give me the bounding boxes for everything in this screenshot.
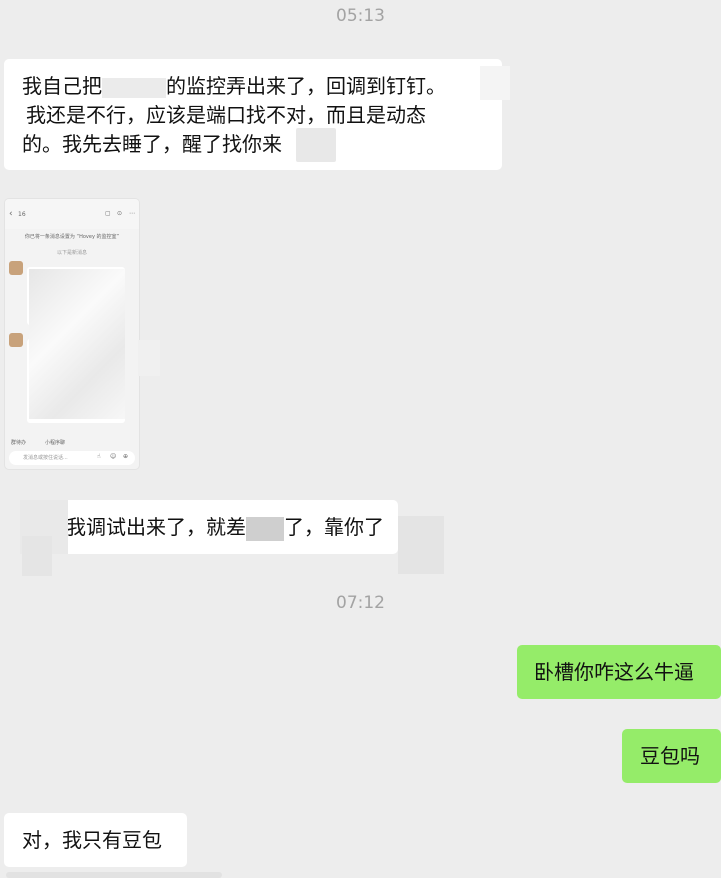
message-bubble-incoming[interactable]: 我自己把 的监控弄出来了，回调到钉钉。 我还是不行，应该是端口找不对，而且是动态 … xyxy=(4,59,502,170)
redaction-blur xyxy=(29,269,125,419)
message-bubble-outgoing[interactable]: 豆包吗 xyxy=(622,729,721,783)
bag-icon: ▢ xyxy=(105,210,111,217)
screenshot-header: ‹ 16 ▢ ⊙ ⋯ xyxy=(5,199,139,229)
avatar xyxy=(9,261,23,275)
redaction-blur xyxy=(398,516,444,574)
screenshot-note: 你已将一条消息设置为 “Hovey 的监控室” xyxy=(24,234,120,240)
screenshot-input-bar: 发消息或按住说话... ☝ ☺ ⊕ xyxy=(9,451,135,465)
screenshot-section-label: 以下是新消息 xyxy=(56,250,87,256)
link-icon: ⊙ xyxy=(117,210,123,217)
redaction-blur xyxy=(102,77,166,98)
message-bubble-incoming[interactable]: 我调试出来了，就差 了，靠你了 xyxy=(20,500,398,554)
redaction-blur xyxy=(296,128,336,162)
timestamp-0712: 07:12 xyxy=(336,593,385,613)
more-icon: ⋯ xyxy=(129,210,135,217)
screenshot-back-count: 16 xyxy=(18,211,26,218)
image-message-screenshot[interactable]: ‹ 16 ▢ ⊙ ⋯ 你已将一条消息设置为 “Hovey 的监控室” 以下是新消… xyxy=(4,198,140,470)
back-chevron-icon: ‹ xyxy=(9,209,13,219)
plus-icon: ⊕ xyxy=(123,453,129,460)
message-line: 的。我先去睡了，醒了找你来 xyxy=(22,132,282,156)
message-bubble-outgoing[interactable]: 卧槽你咋这么牛逼 xyxy=(517,645,721,699)
thumb-icon: ☝ xyxy=(97,453,101,460)
redaction-blur xyxy=(138,340,160,376)
redaction-blur xyxy=(246,516,284,541)
screenshot-input-placeholder: 发消息或按住说话... xyxy=(23,455,68,461)
emoji-icon: ☺ xyxy=(110,453,117,460)
message-line: 我还是不行，应该是端口找不对，而且是动态 xyxy=(26,103,426,127)
timestamp-0513: 05:13 xyxy=(336,6,385,26)
next-message-edge xyxy=(6,872,222,878)
screenshot-chip: 小程序聊 xyxy=(45,440,66,446)
redaction-blur xyxy=(480,66,510,100)
redaction-blur xyxy=(22,536,52,576)
screenshot-chip: 群待办 xyxy=(11,440,27,446)
avatar xyxy=(9,333,23,347)
message-line: 我自己把 的监控弄出来了，回调到钉钉。 xyxy=(22,74,446,98)
message-bubble-incoming[interactable]: 对，我只有豆包 xyxy=(4,813,187,867)
